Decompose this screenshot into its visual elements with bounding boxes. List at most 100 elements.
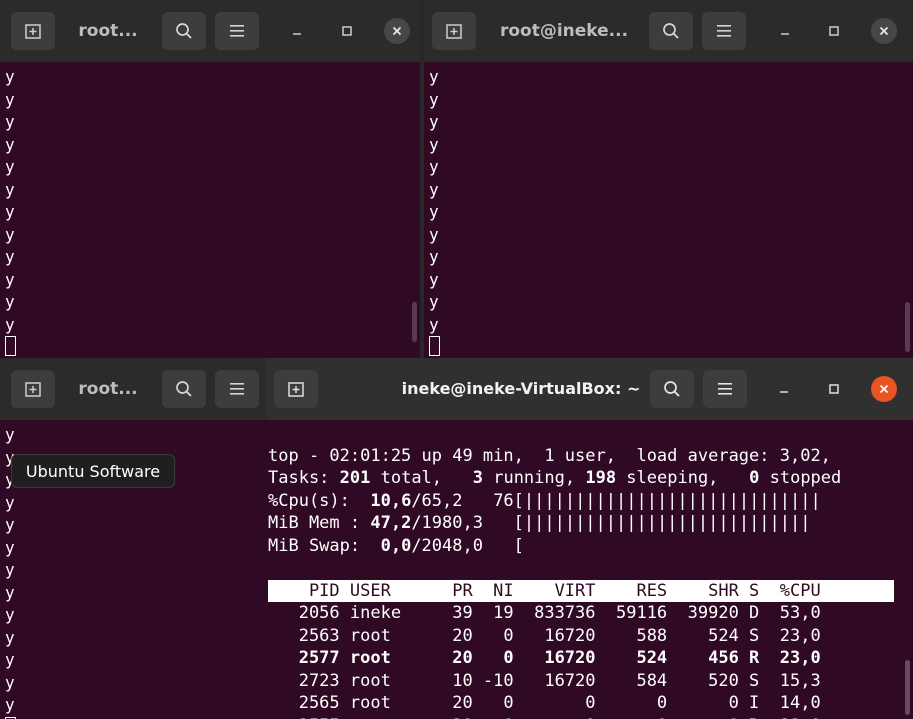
- output-line: y: [429, 89, 439, 109]
- output-line: y: [5, 179, 15, 199]
- mem-line: MiB Mem : 47,2/1980,3 [|||||||||||||||||…: [268, 513, 811, 533]
- hamburger-menu-icon: [717, 25, 731, 37]
- new-tab-icon: [288, 382, 304, 397]
- menu-button[interactable]: [702, 12, 746, 50]
- output-line: y: [5, 695, 15, 714]
- search-icon: [663, 23, 679, 39]
- minimize-icon: [781, 33, 789, 35]
- cpu-line: %Cpu(s): 10,6/65,2 76[||||||||||||||||||…: [268, 490, 821, 511]
- output-line: y: [5, 157, 15, 176]
- output-line: y: [5, 224, 15, 244]
- terminal-window-active[interactable]: ineke@ineke-VirtualBox: ~ top - 02:01:25…: [266, 358, 913, 719]
- maximize-icon: [829, 26, 839, 36]
- top-output[interactable]: top - 02:01:25 up 49 min, 1 user, load a…: [266, 420, 913, 719]
- tooltip: Ubuntu Software: [11, 454, 175, 488]
- menu-button[interactable]: [215, 370, 259, 408]
- maximize-button[interactable]: [334, 18, 360, 44]
- search-icon: [176, 23, 192, 39]
- window-title: root@ineke...: [499, 21, 629, 41]
- titlebar[interactable]: root...: [0, 0, 420, 62]
- output-line: y: [5, 134, 15, 154]
- output-line: y: [5, 314, 15, 334]
- process-row: 2723 root 10 -10 16720 584 520 S 15,3: [268, 670, 821, 691]
- process-row: 2565 root 20 0 0 0 0 I 14,0: [268, 693, 821, 713]
- search-icon: [664, 381, 680, 397]
- output-line: y: [5, 605, 15, 624]
- titlebar[interactable]: root...: [0, 358, 266, 420]
- output-line: y: [429, 292, 439, 311]
- output-line: y: [5, 292, 15, 311]
- new-tab-icon: [25, 24, 41, 39]
- output-line: y: [5, 560, 15, 579]
- close-button[interactable]: [871, 18, 897, 44]
- output-line: y: [429, 157, 439, 176]
- search-button[interactable]: [162, 12, 206, 50]
- close-button[interactable]: [384, 18, 410, 44]
- output-line: y: [5, 537, 15, 557]
- terminal-cursor: [5, 336, 16, 358]
- output-line: y: [429, 202, 439, 221]
- maximize-icon: [342, 26, 352, 36]
- maximize-button[interactable]: [821, 18, 847, 44]
- titlebar[interactable]: ineke@ineke-VirtualBox: ~: [266, 358, 913, 420]
- output-line: y: [5, 425, 15, 444]
- output-line: y: [429, 247, 439, 266]
- window-title: ineke@ineke-VirtualBox: ~: [401, 379, 641, 398]
- output-line: y: [5, 492, 15, 512]
- new-tab-button[interactable]: [432, 12, 476, 50]
- terminal-window-bottom-left[interactable]: root... yyyyyyyyyyyyy: [0, 358, 266, 719]
- scrollbar[interactable]: [905, 660, 910, 715]
- close-icon: [392, 26, 402, 36]
- window-title: root...: [78, 379, 138, 399]
- terminal-window-top-left[interactable]: root... yyyyyyyyyyyy: [0, 0, 420, 358]
- output-line: y: [5, 582, 15, 602]
- minimize-button[interactable]: [772, 18, 798, 44]
- new-tab-button[interactable]: [11, 370, 55, 408]
- new-tab-button[interactable]: [274, 370, 318, 408]
- process-row: 2563 root 20 0 16720 588 524 S 23,0: [268, 625, 821, 646]
- output-line: y: [429, 112, 439, 131]
- minimize-icon: [780, 391, 788, 393]
- output-line: y: [5, 627, 15, 647]
- new-tab-button[interactable]: [11, 12, 55, 50]
- output-line: y: [5, 672, 15, 692]
- top-summary-line: top - 02:01:25 up 49 min, 1 user, load a…: [268, 445, 831, 466]
- output-line: y: [5, 650, 15, 669]
- titlebar[interactable]: root@ineke...: [424, 0, 913, 62]
- output-line: y: [5, 89, 15, 109]
- terminal-window-top-right[interactable]: root@ineke... yyyyyyyyyyyy: [424, 0, 913, 358]
- scrollbar[interactable]: [412, 302, 417, 342]
- close-icon: [879, 384, 889, 394]
- hamburger-menu-icon: [718, 383, 732, 395]
- search-button[interactable]: [162, 370, 206, 408]
- close-icon: [879, 26, 889, 36]
- process-row: 2577 root 20 0 16720 524 456 R 23,0: [268, 648, 821, 668]
- tasks-line: Tasks: 201 total, 3 running, 198 sleepin…: [268, 468, 842, 488]
- search-button[interactable]: [650, 370, 694, 408]
- output-line: y: [429, 314, 439, 334]
- minimize-button[interactable]: [284, 18, 310, 44]
- output-line: y: [5, 112, 15, 131]
- terminal-output[interactable]: yyyyyyyyyyyy: [424, 62, 913, 358]
- output-lines: yyyyyyyyyyyy: [5, 66, 16, 358]
- close-button[interactable]: [871, 376, 897, 402]
- terminal-output[interactable]: yyyyyyyyyyyy: [0, 62, 420, 358]
- menu-button[interactable]: [215, 12, 259, 50]
- window-title: root...: [78, 21, 138, 41]
- menu-button[interactable]: [703, 370, 747, 408]
- new-tab-icon: [446, 24, 462, 39]
- output-lines: yyyyyyyyyyyy: [429, 66, 440, 358]
- output-line: y: [429, 179, 439, 199]
- output-line: y: [429, 224, 439, 244]
- process-row: 2555 root 20 0 0 0 0 R 11,0: [268, 715, 894, 719]
- output-line: y: [5, 247, 15, 266]
- output-line: y: [5, 515, 15, 534]
- output-line: y: [5, 67, 15, 86]
- scrollbar[interactable]: [905, 302, 910, 352]
- maximize-button[interactable]: [821, 376, 847, 402]
- search-icon: [176, 381, 192, 397]
- new-tab-icon: [25, 382, 41, 397]
- search-button[interactable]: [649, 12, 693, 50]
- top-text: top - 02:01:25 up 49 min, 1 user, load a…: [268, 422, 894, 719]
- minimize-button[interactable]: [771, 376, 797, 402]
